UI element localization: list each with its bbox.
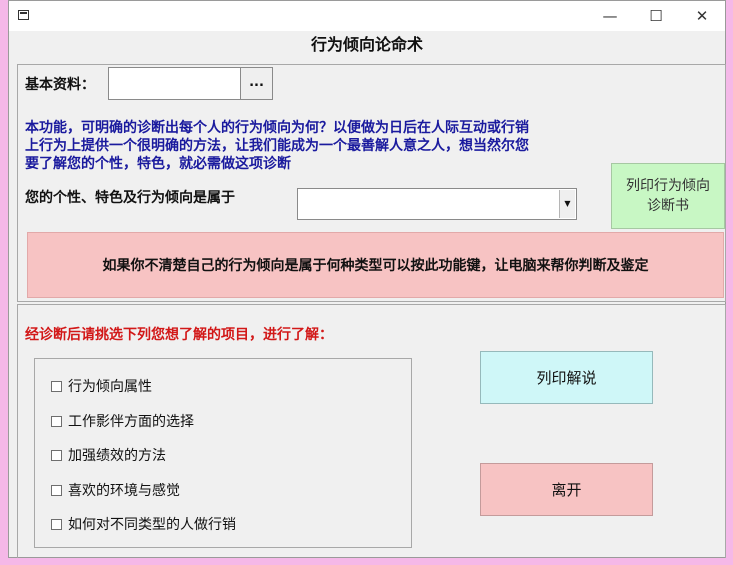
option-marketing[interactable]: 如何对不同类型的人做行销: [51, 513, 236, 535]
description-text: 本功能，可明确的诊断出每个人的行为倾向为何？以便做为日后在人际互动或行销 上行为…: [25, 119, 655, 173]
print-report-label-line1: 列印行为倾向: [626, 178, 710, 194]
description-line: 要了解您的个性，特色，就必需做这项诊断: [25, 156, 291, 172]
browse-button[interactable]: ...: [240, 67, 273, 100]
option-environment[interactable]: 喜欢的环境与感觉: [51, 479, 180, 501]
basic-info-label: 基本资料：: [25, 77, 95, 93]
app-icon: [18, 10, 29, 20]
app-window: — ☐ ✕ 行为倾向论命术 基本资料： ... 本功能，可明确的诊断出每个人的行…: [8, 0, 726, 559]
description-line: 上行为上提供一个很明确的方法，让我们能成为一个最善解人意之人，想当然尔您: [25, 138, 529, 154]
checkbox[interactable]: [51, 484, 62, 496]
dropdown-arrow-icon[interactable]: ▼: [559, 190, 575, 218]
desktop-background: [0, 558, 733, 565]
basic-info-field[interactable]: [108, 67, 242, 100]
checkbox[interactable]: [51, 380, 62, 392]
maximize-icon[interactable]: ☐: [633, 1, 679, 31]
selection-prompt: 经诊断后请挑选下列您想了解的项目，进行了解：: [25, 327, 333, 343]
option-label: 行为倾向属性: [68, 379, 152, 395]
option-work-partner[interactable]: 工作影伴方面的选择: [51, 410, 194, 432]
option-label: 加强绩效的方法: [68, 448, 166, 464]
auto-diagnose-button[interactable]: 如果你不清楚自己的行为倾向是属于何种类型可以按此功能键，让电脑来帮你判断及鉴定: [27, 232, 724, 298]
close-icon[interactable]: ✕: [679, 1, 725, 31]
option-label: 工作影伴方面的选择: [68, 414, 194, 430]
checkbox[interactable]: [51, 518, 62, 530]
checkbox[interactable]: [51, 415, 62, 427]
checkbox[interactable]: [51, 449, 62, 461]
window-title: 行为倾向论命术: [310, 35, 423, 54]
option-performance-method[interactable]: 加强绩效的方法: [51, 444, 166, 466]
title-bar: — ☐ ✕: [9, 1, 725, 31]
personality-label: 您的个性、特色及行为倾向是属于: [25, 190, 235, 206]
option-label: 喜欢的环境与感觉: [68, 483, 180, 499]
personality-select[interactable]: ▼: [297, 188, 577, 220]
description-line: 本功能，可明确的诊断出每个人的行为倾向为何？以便做为日后在人际互动或行销: [25, 120, 529, 136]
exit-button[interactable]: 离开: [480, 463, 653, 516]
option-label: 如何对不同类型的人做行销: [68, 517, 236, 533]
minimize-icon[interactable]: —: [587, 1, 633, 31]
print-explain-button[interactable]: 列印解说: [480, 351, 653, 404]
print-report-button[interactable]: 列印行为倾向 诊断书: [611, 163, 725, 229]
options-group: 行为倾向属性 工作影伴方面的选择 加强绩效的方法 喜欢的环境与感觉 如何对不同类…: [34, 358, 412, 548]
option-behavior-attribute[interactable]: 行为倾向属性: [51, 375, 152, 397]
print-report-label-line2: 诊断书: [647, 198, 689, 214]
